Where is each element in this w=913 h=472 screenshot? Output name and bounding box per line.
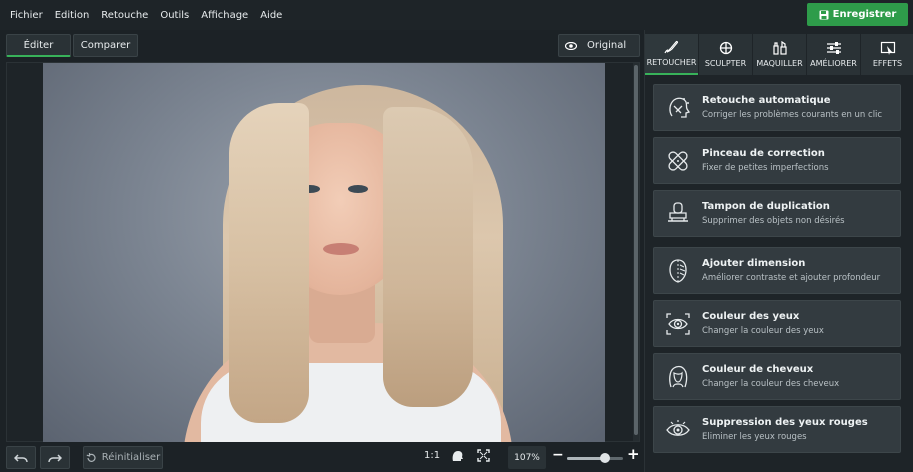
face-zoom-icon[interactable] — [451, 449, 464, 463]
tab-retoucher[interactable]: RETOUCHER — [645, 34, 698, 75]
tab-sculpter-label: SCULPTER — [704, 59, 747, 68]
floppy-icon — [819, 10, 829, 19]
zoom-slider-knob[interactable] — [600, 453, 611, 463]
tab-compare[interactable]: Comparer — [73, 34, 138, 57]
makeup-icon — [772, 41, 787, 55]
menu-retouche[interactable]: Retouche — [95, 10, 154, 21]
tool-title: Couleur des yeux — [702, 311, 800, 322]
tool-title: Suppression des yeux rouges — [702, 417, 868, 428]
tool-description: Changer la couleur des cheveux — [702, 379, 840, 389]
save-button[interactable]: Enregistrer — [807, 3, 908, 26]
tool-title: Couleur de cheveux — [702, 364, 814, 375]
tab-maquiller-label: MAQUILLER — [756, 59, 803, 68]
tab-sculpter[interactable]: SCULPTER — [699, 34, 752, 75]
effects-icon — [880, 41, 895, 55]
tool-title: Ajouter dimension — [702, 258, 806, 269]
tool-title: Tampon de duplication — [702, 201, 830, 212]
canvas-scrollbar[interactable] — [633, 63, 639, 441]
category-tabs: RETOUCHER SCULPTER MAQUILLER AMÉLIORER E… — [645, 34, 913, 75]
stamp-icon — [661, 197, 695, 231]
tool-list: Retouche automatique Corriger les problè… — [653, 84, 901, 459]
sliders-icon — [826, 42, 841, 54]
zoom-in-button[interactable]: + — [627, 445, 640, 463]
reset-button[interactable]: Réinitialiser — [83, 446, 163, 469]
undo-button[interactable] — [6, 446, 36, 469]
menu-edition[interactable]: Edition — [49, 10, 96, 21]
face-dimension-icon — [661, 254, 695, 288]
tool-description: Supprimer des objets non désirés — [702, 216, 845, 226]
eye-color-icon — [661, 307, 695, 341]
tool-couleur-yeux[interactable]: Couleur des yeux Changer la couleur des … — [653, 300, 901, 347]
tool-pinceau-correction[interactable]: Pinceau de correction Fixer de petites i… — [653, 137, 901, 184]
photo-canvas[interactable] — [6, 62, 640, 442]
tab-retoucher-label: RETOUCHER — [646, 58, 697, 67]
menu-aide[interactable]: Aide — [254, 10, 288, 21]
original-label: Original — [587, 40, 627, 51]
menu-bar: Fichier Edition Retouche Outils Affichag… — [0, 0, 913, 30]
tab-edit[interactable]: Éditer — [6, 34, 71, 57]
red-eye-icon — [661, 413, 695, 447]
tab-effets[interactable]: EFFETS — [861, 34, 913, 75]
redo-button[interactable] — [40, 446, 70, 469]
hair-icon — [661, 360, 695, 394]
tab-maquiller[interactable]: MAQUILLER — [753, 34, 806, 75]
tab-ameliorer[interactable]: AMÉLIORER — [807, 34, 860, 75]
menu-outils[interactable]: Outils — [154, 10, 195, 21]
auto-retouch-icon — [661, 91, 695, 125]
actual-size-button[interactable]: 1:1 — [424, 450, 440, 461]
undo-icon — [14, 453, 28, 462]
menu-items: Fichier Edition Retouche Outils Affichag… — [0, 10, 288, 21]
reset-label: Réinitialiser — [101, 452, 161, 463]
redo-icon — [48, 453, 62, 462]
target-icon — [719, 41, 732, 55]
tab-ameliorer-label: AMÉLIORER — [810, 59, 857, 68]
view-toolbar: Éditer Comparer Original — [0, 30, 644, 60]
fit-screen-icon[interactable] — [477, 449, 490, 462]
original-toggle-button[interactable]: Original — [558, 34, 640, 57]
tool-description: Changer la couleur des yeux — [702, 326, 824, 336]
tool-suppression-yeux-rouges[interactable]: Suppression des yeux rouges Eliminer les… — [653, 406, 901, 453]
menu-affichage[interactable]: Affichage — [195, 10, 254, 21]
tool-description: Fixer de petites imperfections — [702, 163, 829, 173]
portrait-photo — [43, 63, 605, 442]
bottom-bar: Réinitialiser 1:1 107% − + — [0, 442, 644, 472]
tool-title: Retouche automatique — [702, 95, 831, 106]
tool-description: Corriger les problèmes courants en un cl… — [702, 110, 883, 120]
tool-ajouter-dimension[interactable]: Ajouter dimension Améliorer contraste et… — [653, 247, 901, 294]
save-label: Enregistrer — [832, 9, 897, 20]
zoom-slider[interactable] — [567, 453, 623, 463]
brush-icon — [663, 40, 678, 54]
tool-retouche-automatique[interactable]: Retouche automatique Corriger les problè… — [653, 84, 901, 131]
tool-tampon-duplication[interactable]: Tampon de duplication Supprimer des obje… — [653, 190, 901, 237]
tool-couleur-cheveux[interactable]: Couleur de cheveux Changer la couleur de… — [653, 353, 901, 400]
tab-effets-label: EFFETS — [872, 59, 903, 68]
tools-panel: RETOUCHER SCULPTER MAQUILLER AMÉLIORER E… — [644, 30, 913, 472]
bandage-icon — [661, 144, 695, 178]
zoom-value[interactable]: 107% — [508, 446, 546, 469]
tool-description: Améliorer contraste et ajouter profondeu… — [702, 273, 881, 283]
menu-fichier[interactable]: Fichier — [4, 10, 49, 21]
eye-icon — [565, 41, 577, 50]
tool-description: Eliminer les yeux rouges — [702, 432, 807, 442]
tool-title: Pinceau de correction — [702, 148, 825, 159]
reset-icon — [86, 452, 96, 462]
zoom-out-button[interactable]: − — [552, 447, 564, 463]
